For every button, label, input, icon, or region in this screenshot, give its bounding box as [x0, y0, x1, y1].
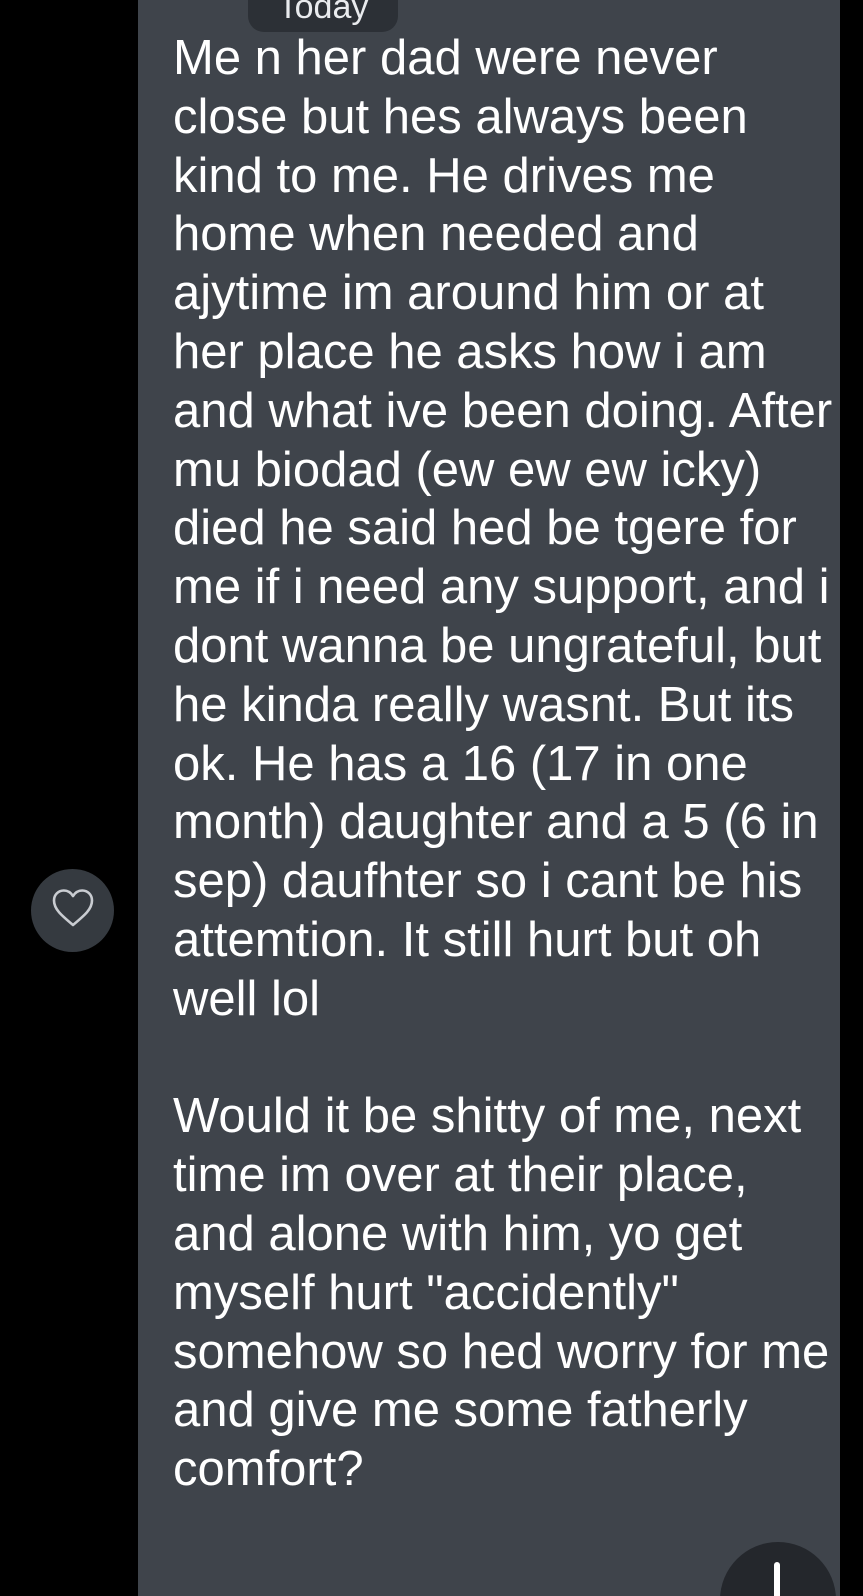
date-separator: Today [248, 0, 398, 32]
message-text: Me n her dad were never close but hes al… [173, 31, 833, 1497]
react-button[interactable] [31, 869, 114, 952]
heart-outline-icon [51, 888, 95, 933]
arrow-down-icon [774, 1562, 780, 1596]
